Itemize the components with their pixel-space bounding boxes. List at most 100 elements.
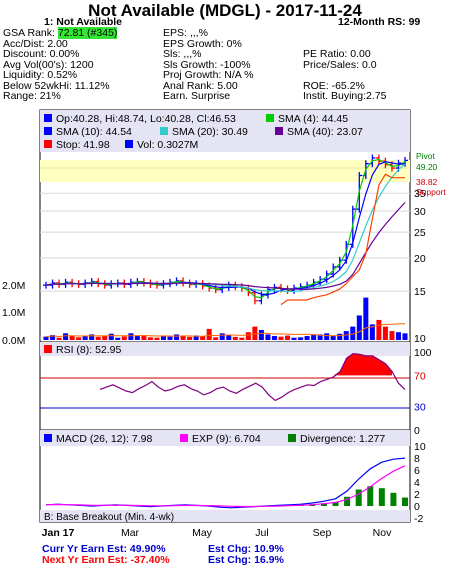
volume-bar bbox=[396, 332, 401, 340]
pivot-value: 49.20 bbox=[416, 162, 438, 172]
volume-bar bbox=[239, 338, 244, 340]
volume-bar bbox=[148, 337, 153, 340]
volume-bar bbox=[252, 327, 257, 340]
pivot-band bbox=[40, 160, 410, 182]
volume-bar bbox=[109, 334, 114, 340]
volume-bar bbox=[57, 338, 62, 340]
volume-bar bbox=[324, 333, 329, 340]
volume-bar bbox=[305, 336, 310, 340]
volume-bar bbox=[76, 337, 81, 340]
rsi-tick-label: 30 bbox=[414, 402, 426, 414]
volume-bar bbox=[292, 338, 297, 340]
volume-bar bbox=[337, 334, 342, 340]
ohlc-swatch bbox=[44, 114, 52, 122]
volume-bar bbox=[363, 298, 368, 340]
month-label: Jan 17 bbox=[42, 527, 75, 539]
next-yr-chg: Est Chg: 16.9% bbox=[208, 554, 284, 566]
volume-bar bbox=[122, 336, 127, 340]
macd-tick-label: 4 bbox=[414, 477, 420, 489]
vol-swatch bbox=[125, 140, 133, 148]
macd-tick-label: 6 bbox=[414, 465, 420, 477]
exp-legend: EXP (9): 6.704 bbox=[192, 433, 261, 445]
vol-tick-1m: 1.0M bbox=[2, 307, 25, 319]
sma20-legend: SMA (20): 30.49 bbox=[172, 126, 248, 138]
vol-tick-0m: 0.0M bbox=[2, 335, 25, 347]
rsi-swatch bbox=[44, 345, 52, 353]
pivot-label: Pivot bbox=[416, 151, 436, 161]
exp-swatch bbox=[180, 434, 188, 442]
volume-bar bbox=[135, 336, 140, 340]
support-label: Support bbox=[416, 187, 446, 197]
volume-bar bbox=[44, 337, 49, 340]
macd-tick-label: 2 bbox=[414, 489, 420, 501]
sma4-legend: SMA (4): 44.45 bbox=[278, 113, 348, 125]
month-label: Sep bbox=[313, 527, 332, 539]
rsi-tick-label: 70 bbox=[414, 370, 426, 382]
rsi-tick-label: 100 bbox=[414, 347, 432, 359]
volume-bar bbox=[154, 338, 159, 340]
vol-legend: Vol: 0.3027M bbox=[137, 139, 198, 151]
volume-bar bbox=[115, 338, 120, 340]
volume-bar bbox=[96, 337, 101, 340]
price-tick-label: 20 bbox=[414, 253, 426, 265]
volume-bar bbox=[298, 337, 303, 340]
volume-bar bbox=[141, 336, 146, 340]
volume-bar bbox=[278, 337, 283, 340]
volume-bar bbox=[168, 337, 173, 340]
volume-bar bbox=[89, 334, 94, 340]
stop-legend: Stop: 41.98 bbox=[56, 139, 110, 151]
volume-bar bbox=[226, 335, 231, 340]
volume-bar bbox=[187, 337, 192, 340]
sma4-swatch bbox=[266, 114, 274, 122]
ohlc-legend: Op:40.28, Hi:48.74, Lo:40.28, Cl:46.53 bbox=[56, 113, 236, 125]
vol-tick-2m: 2.0M bbox=[2, 280, 25, 292]
sma10-swatch bbox=[44, 127, 52, 135]
volume-bar bbox=[174, 334, 179, 340]
rsi-legend: RSI (8): 52.95 bbox=[56, 344, 122, 356]
macd-swatch bbox=[44, 434, 52, 442]
volume-bar bbox=[403, 333, 408, 340]
volume-bar bbox=[233, 337, 238, 340]
volume-bar bbox=[246, 332, 251, 340]
price-tick-label: 10 bbox=[414, 333, 426, 345]
divergence-legend: Divergence: 1.277 bbox=[300, 433, 385, 445]
divergence-swatch bbox=[288, 434, 296, 442]
macd-tick-label: -2 bbox=[414, 513, 423, 525]
divergence-bar bbox=[356, 490, 362, 507]
stop-swatch bbox=[44, 140, 52, 148]
month-label: Jul bbox=[255, 527, 268, 539]
divergence-bar bbox=[402, 498, 408, 506]
macd-tick-label: 10 bbox=[414, 441, 426, 453]
macd-tick-label: 8 bbox=[414, 453, 420, 465]
volume-bar bbox=[207, 329, 212, 340]
month-label: May bbox=[192, 527, 213, 539]
volume-bar bbox=[181, 336, 186, 340]
price-tick-label: 15 bbox=[414, 286, 426, 298]
price-tick-label: 25 bbox=[414, 227, 426, 239]
stock-chart: Op:40.28, Hi:48.74, Lo:40.28, Cl:46.53 S… bbox=[0, 0, 450, 563]
volume-bar bbox=[389, 331, 394, 340]
volume-bar bbox=[220, 333, 225, 340]
volume-bar bbox=[272, 336, 277, 340]
price-tick-label: 30 bbox=[414, 206, 426, 218]
volume-bar bbox=[128, 333, 133, 340]
divergence-bar bbox=[390, 493, 396, 506]
volume-bar bbox=[311, 335, 316, 340]
month-label: Mar bbox=[121, 527, 140, 539]
sma40-legend: SMA (40): 23.07 bbox=[287, 126, 363, 138]
volume-bar bbox=[285, 336, 290, 340]
month-label: Nov bbox=[373, 527, 392, 539]
volume-bar bbox=[200, 336, 205, 340]
volume-bar bbox=[357, 315, 362, 340]
volume-bar bbox=[259, 330, 264, 340]
sma10-legend: SMA (10): 44.54 bbox=[56, 126, 132, 138]
next-yr-est: Next Yr Earn Est: -37.40% bbox=[42, 554, 170, 566]
volume-bar bbox=[265, 334, 270, 340]
volume-bar bbox=[63, 333, 68, 340]
divergence-bar bbox=[367, 486, 373, 506]
volume-bar bbox=[376, 320, 381, 340]
base-breakout-note: B: Base Breakout (Min. 4-wk) bbox=[44, 512, 174, 523]
macd-tick-label: 0 bbox=[414, 501, 420, 513]
sma20-swatch bbox=[160, 127, 168, 135]
divergence-bar bbox=[379, 488, 385, 506]
